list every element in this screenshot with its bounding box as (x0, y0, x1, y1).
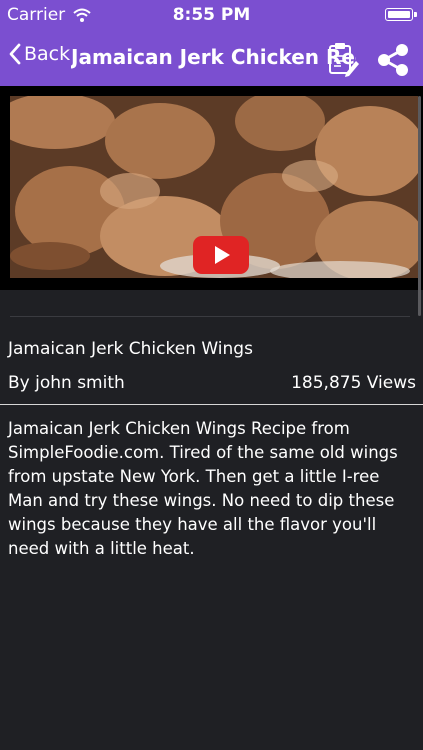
chevron-left-icon (9, 43, 21, 65)
share-icon (378, 44, 408, 76)
video-player[interactable] (0, 86, 423, 290)
notes-button[interactable] (325, 40, 361, 80)
clipboard-edit-icon (329, 43, 359, 77)
view-count: 185,875 Views (291, 373, 416, 393)
battery-icon (385, 8, 417, 21)
navigation-bar: Back Jamaican Jerk Chicken Recipes (0, 30, 423, 86)
status-bar: Carrier 8:55 PM (0, 0, 423, 30)
separator (0, 404, 423, 405)
youtube-play-icon[interactable] (193, 236, 249, 274)
recipe-author: By john smith (8, 373, 125, 393)
share-button[interactable] (375, 42, 411, 78)
page-title: Jamaican Jerk Chicken Recipes (71, 45, 356, 69)
recipe-description: Jamaican Jerk Chicken Wings Recipe from … (8, 419, 398, 558)
back-label: Back (24, 43, 71, 65)
back-button[interactable]: Back (8, 42, 70, 66)
scrollbar[interactable] (418, 96, 421, 316)
recipe-title: Jamaican Jerk Chicken Wings (8, 339, 253, 359)
status-time: 8:55 PM (172, 5, 251, 25)
divider (10, 316, 410, 317)
